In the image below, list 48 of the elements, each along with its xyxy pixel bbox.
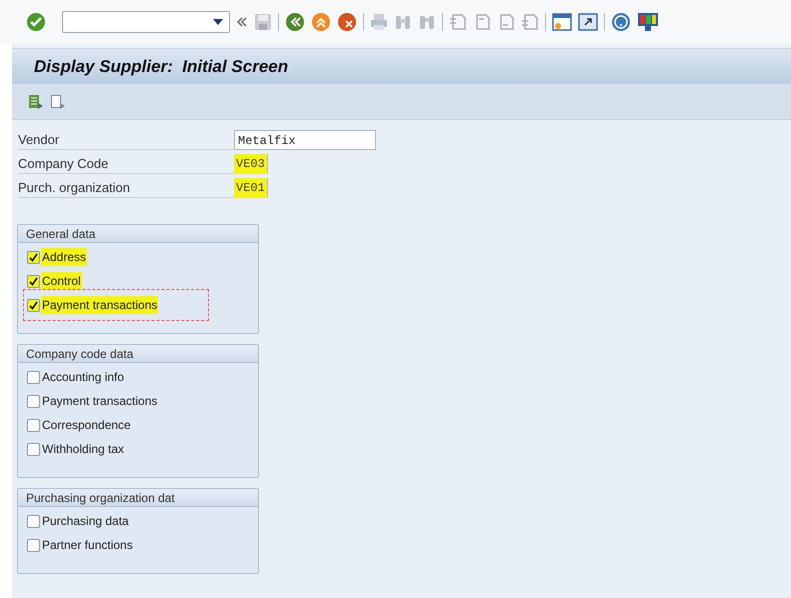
checkbox[interactable]: [27, 514, 40, 528]
screen-title: Display Supplier: Initial Screen: [34, 56, 288, 78]
checkbox[interactable]: [27, 442, 40, 456]
back-icon[interactable]: [285, 12, 305, 32]
last-page-icon[interactable]: [521, 13, 539, 31]
document-arrow-icon[interactable]: [28, 94, 44, 110]
group-title: General data: [18, 225, 258, 243]
input-field[interactable]: VE03: [234, 154, 268, 174]
cancel-icon[interactable]: [337, 12, 357, 32]
checkbox[interactable]: [27, 418, 40, 432]
exit-icon[interactable]: [311, 12, 331, 32]
command-field[interactable]: [62, 11, 230, 33]
print-icon[interactable]: [370, 13, 388, 31]
input-field[interactable]: Metalfix: [234, 130, 376, 150]
checkbox[interactable]: [27, 394, 40, 408]
checkbox-label: Withholding tax: [41, 441, 126, 458]
checkbox-label: Address: [41, 248, 88, 266]
document-outline-icon[interactable]: [50, 94, 66, 110]
group-title: Company code data: [18, 345, 258, 363]
checkbox-label: Correspondence: [41, 417, 132, 434]
collapse-icon[interactable]: [236, 16, 248, 28]
checkbox-label: Control: [41, 272, 82, 290]
field-label: Vendor: [18, 130, 234, 150]
checkbox[interactable]: [27, 250, 40, 264]
checkbox[interactable]: [27, 370, 40, 384]
checkbox-label: Payment transactions: [41, 296, 158, 314]
monitor-icon[interactable]: [637, 12, 659, 32]
checkbox-label: Purchasing data: [41, 513, 130, 530]
dropdown-caret-icon[interactable]: [213, 19, 223, 25]
checkbox-label: Accounting info: [41, 369, 126, 386]
new-window-icon[interactable]: [552, 13, 572, 31]
checkmark-icon: [29, 300, 38, 310]
first-page-icon[interactable]: [449, 13, 467, 31]
checkmark-icon: [29, 276, 38, 286]
enter-icon[interactable]: [26, 12, 46, 32]
field-label: Purch. organization: [18, 178, 234, 198]
save-icon[interactable]: [254, 13, 272, 31]
checkbox[interactable]: [27, 538, 40, 552]
group-title: Purchasing organization dat: [18, 489, 258, 507]
shortcut-icon[interactable]: [578, 13, 598, 31]
checkmark-icon: [29, 252, 38, 262]
input-field[interactable]: VE01: [234, 178, 268, 198]
binoculars-icon[interactable]: [394, 13, 412, 31]
checkbox[interactable]: [27, 274, 40, 288]
checkbox[interactable]: [27, 298, 40, 312]
field-label: Company Code: [18, 154, 234, 174]
checkbox-label: Partner functions: [41, 537, 134, 554]
checkbox-label: Payment transactions: [41, 393, 158, 410]
